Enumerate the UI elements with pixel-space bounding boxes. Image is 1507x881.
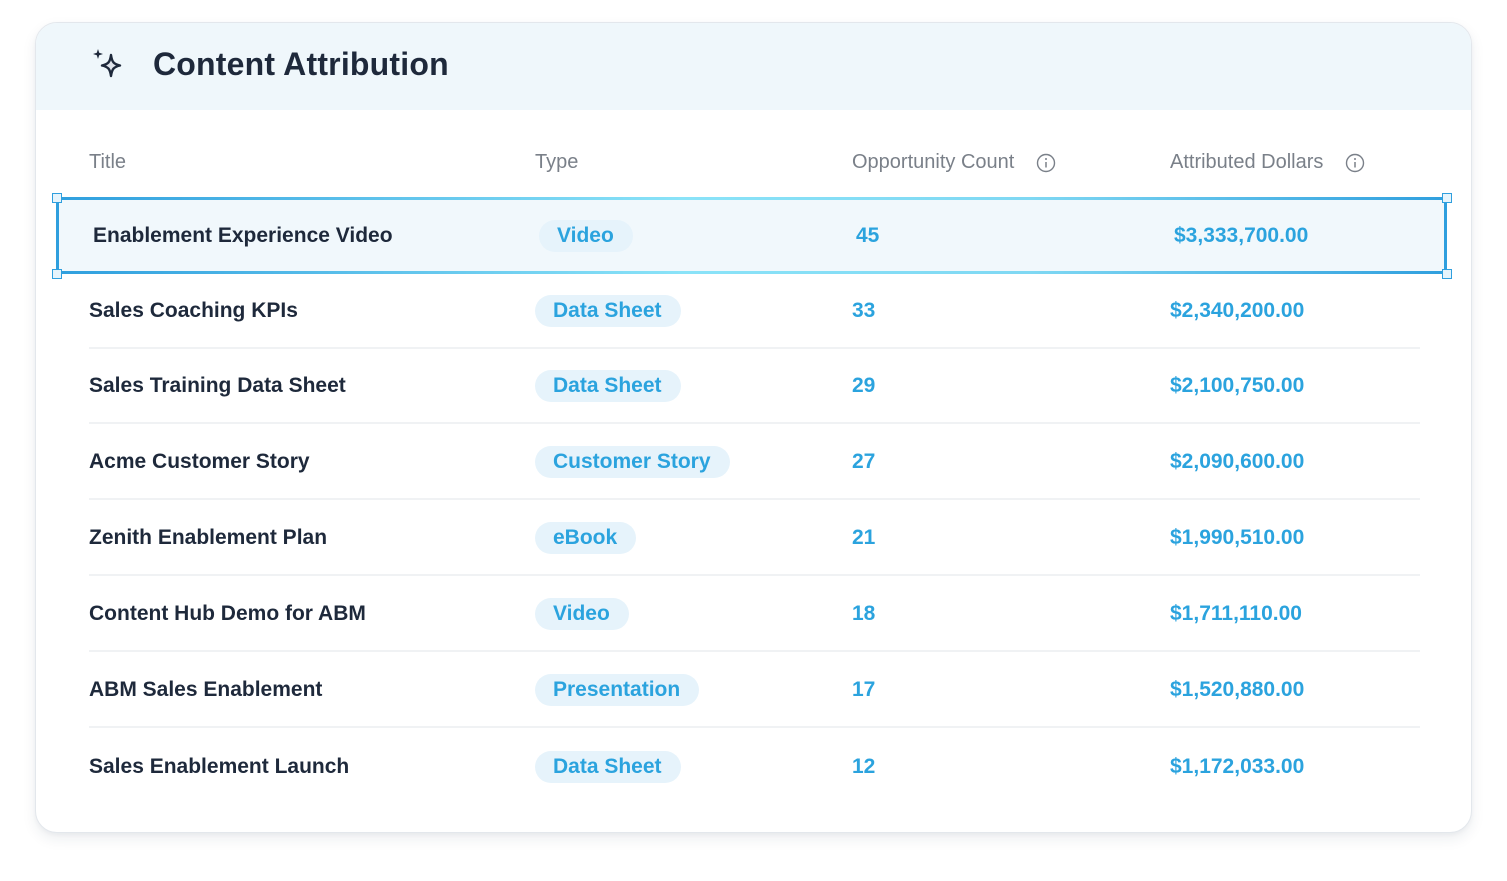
row-title: Acme Customer Story (89, 449, 310, 473)
resize-handle-bottom-right[interactable] (1442, 269, 1452, 279)
column-header-attributed-dollars[interactable]: Attributed Dollars (1170, 151, 1365, 174)
column-header-label: Title (89, 151, 127, 173)
row-type: Customer Story (535, 425, 730, 498)
table-row[interactable]: Content Hub Demo for ABM Video 18 $1,711… (89, 577, 1420, 652)
table-row[interactable]: Sales Coaching KPIs Data Sheet 33 $2,340… (89, 274, 1420, 349)
row-type: Video (539, 197, 633, 274)
row-attributed-dollars: $2,100,750.00 (1170, 373, 1305, 397)
row-attributed-dollars: $1,520,880.00 (1170, 677, 1305, 701)
type-badge: Data Sheet (535, 750, 681, 783)
row-type: Data Sheet (535, 729, 681, 804)
column-header-type[interactable]: Type (535, 151, 578, 174)
row-attributed-dollars: $2,090,600.00 (1170, 449, 1305, 473)
selection-border (1444, 197, 1447, 274)
row-type: Presentation (535, 653, 700, 726)
table-row[interactable]: Sales Enablement Launch Data Sheet 12 $1… (89, 729, 1420, 804)
column-header-title[interactable]: Title (89, 151, 126, 174)
row-type: Data Sheet (535, 349, 681, 422)
table-row[interactable]: Sales Training Data Sheet Data Sheet 29 … (89, 349, 1420, 424)
type-badge: eBook (535, 521, 637, 554)
content-attribution-card: Content Attribution Title Type Opportuni… (35, 22, 1472, 833)
table-row[interactable]: ABM Sales Enablement Presentation 17 $1,… (89, 653, 1420, 728)
column-header-label: Opportunity Count (852, 151, 1015, 173)
row-title: Enablement Experience Video (93, 223, 393, 247)
row-opportunity-count: 27 (852, 449, 876, 473)
type-badge: Presentation (535, 673, 700, 706)
row-opportunity-count: 18 (852, 601, 876, 625)
resize-handle-bottom-left[interactable] (52, 269, 62, 279)
row-opportunity-count: 12 (852, 754, 876, 778)
row-type: Data Sheet (535, 274, 681, 347)
type-badge: Data Sheet (535, 369, 681, 402)
type-badge: Customer Story (535, 445, 730, 478)
row-title: ABM Sales Enablement (89, 677, 323, 701)
column-header-label: Attributed Dollars (1170, 151, 1324, 173)
row-type: Video (535, 577, 629, 650)
type-badge: Video (539, 219, 633, 252)
row-title: Content Hub Demo for ABM (89, 601, 366, 625)
row-attributed-dollars: $1,990,510.00 (1170, 525, 1305, 549)
type-badge: Video (535, 597, 629, 630)
column-header-opportunity-count[interactable]: Opportunity Count (852, 151, 1056, 174)
card-header: Content Attribution (36, 23, 1471, 110)
row-attributed-dollars: $2,340,200.00 (1170, 298, 1305, 322)
row-opportunity-count: 21 (852, 525, 876, 549)
sparkle-icon (93, 49, 122, 78)
row-attributed-dollars: $1,172,033.00 (1170, 754, 1305, 778)
row-opportunity-count: 29 (852, 373, 876, 397)
row-type: eBook (535, 501, 637, 574)
row-attributed-dollars: $1,711,110.00 (1170, 601, 1302, 625)
row-opportunity-count: 33 (852, 298, 876, 322)
row-title: Zenith Enablement Plan (89, 525, 328, 549)
row-opportunity-count: 45 (856, 223, 880, 247)
table-row[interactable]: Acme Customer Story Customer Story 27 $2… (89, 425, 1420, 500)
resize-handle-top-left[interactable] (52, 193, 62, 203)
table-row-selected[interactable]: Enablement Experience Video Video 45 $3,… (56, 197, 1447, 274)
table-row[interactable]: Zenith Enablement Plan eBook 21 $1,990,5… (89, 501, 1420, 576)
info-icon[interactable] (1036, 153, 1056, 173)
column-header-label: Type (535, 151, 579, 173)
type-badge: Data Sheet (535, 294, 681, 327)
row-title: Sales Coaching KPIs (89, 298, 298, 322)
row-title: Sales Training Data Sheet (89, 373, 346, 397)
selection-border (56, 197, 59, 274)
card-title: Content Attribution (153, 46, 449, 82)
row-attributed-dollars: $3,333,700.00 (1174, 223, 1309, 247)
row-title: Sales Enablement Launch (89, 754, 350, 778)
info-icon[interactable] (1345, 153, 1365, 173)
table-row: Enablement Experience Video Video 45 $3,… (93, 197, 1424, 274)
resize-handle-top-right[interactable] (1442, 193, 1452, 203)
row-opportunity-count: 17 (852, 677, 876, 701)
